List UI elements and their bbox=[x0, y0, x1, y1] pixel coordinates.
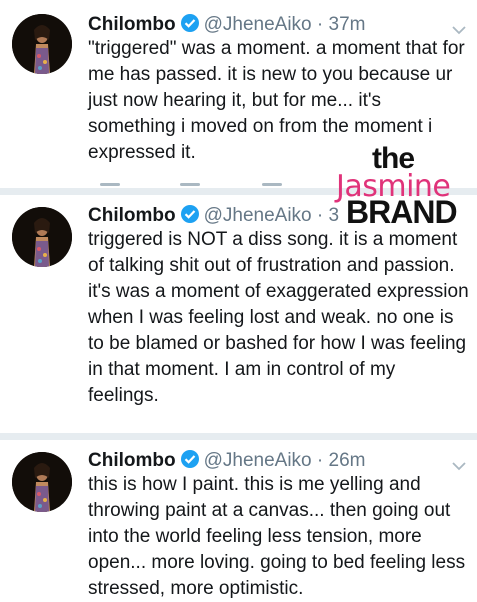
display-name[interactable]: Chilombo bbox=[88, 450, 176, 471]
brand-watermark: the Jasmine BRAND bbox=[336, 142, 476, 232]
timestamp[interactable]: 26m bbox=[329, 450, 366, 471]
avatar[interactable] bbox=[12, 207, 72, 267]
timestamp[interactable]: 37m bbox=[329, 14, 366, 35]
tweet-text: this is how I paint. this is me yelling … bbox=[88, 474, 466, 599]
action-bar bbox=[262, 183, 282, 186]
separator-dot: · bbox=[311, 205, 329, 226]
avatar[interactable] bbox=[12, 452, 72, 512]
display-name[interactable]: Chilombo bbox=[88, 14, 176, 35]
action-bar bbox=[100, 183, 120, 186]
divider bbox=[0, 433, 477, 440]
handle[interactable]: @JheneAiko bbox=[204, 14, 312, 35]
action-bar bbox=[180, 183, 200, 186]
avatar[interactable] bbox=[12, 14, 72, 74]
watermark-brand: BRAND bbox=[346, 194, 458, 230]
display-name[interactable]: Chilombo bbox=[88, 205, 176, 226]
separator-dot: · bbox=[311, 450, 329, 471]
tweet[interactable]: Chilombo @JheneAiko · 26m this is how I p… bbox=[0, 440, 477, 600]
handle[interactable]: @JheneAiko bbox=[204, 205, 312, 226]
separator-dot: · bbox=[311, 14, 329, 35]
handle[interactable]: @JheneAiko bbox=[204, 450, 312, 471]
tweet-text: triggered is NOT a diss song. it is a mo… bbox=[88, 229, 469, 406]
